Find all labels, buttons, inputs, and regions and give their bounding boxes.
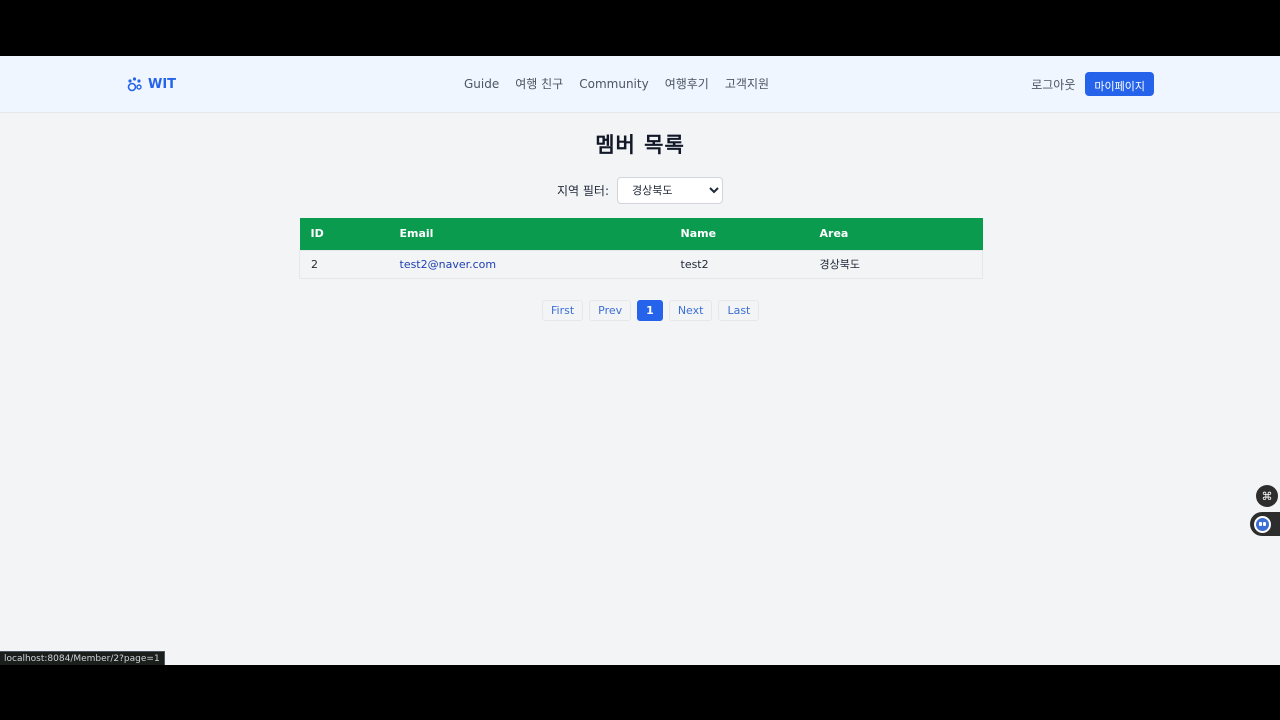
- status-bar-url: localhost:8084/Member/2?page=1: [0, 651, 165, 665]
- page-next-button[interactable]: Next: [668, 300, 713, 321]
- paw-icon: [127, 77, 142, 92]
- nav-link-guide[interactable]: Guide: [464, 76, 499, 92]
- header-name: Name: [680, 227, 717, 241]
- nav-link-travel-friend[interactable]: 여행 친구: [515, 76, 563, 92]
- page-first-button[interactable]: First: [542, 300, 584, 321]
- logout-link[interactable]: 로그아웃: [1031, 76, 1075, 93]
- filter-label: 지역 필터:: [556, 184, 610, 198]
- table-row: 2 test2@naver.com test2 경상북도: [299, 250, 983, 278]
- nav-link-community[interactable]: Community: [579, 76, 648, 92]
- table-header-row: ID Email Name Area: [299, 218, 983, 250]
- nav-link-support[interactable]: 고객지원: [725, 76, 769, 92]
- page-current-button[interactable]: 1: [637, 300, 663, 321]
- cell-email[interactable]: test2@naver.com: [389, 250, 670, 278]
- main-nav: Guide 여행 친구 Community 여행후기 고객지원: [464, 76, 769, 92]
- assistant-face-icon: [1254, 515, 1271, 533]
- nav-actions: 로그아웃 마이페이지: [1031, 72, 1154, 96]
- cell-id: 2: [311, 257, 318, 271]
- member-table: ID Email Name Area 2 test2@naver.com tes…: [299, 218, 983, 279]
- page-prev-button[interactable]: Prev: [589, 300, 632, 321]
- pagination: First Prev 1 Next Last: [542, 300, 760, 321]
- command-icon[interactable]: ⌘: [1256, 485, 1278, 507]
- member-table-container: ID Email Name Area 2 test2@naver.com tes…: [299, 218, 983, 279]
- brand-logo[interactable]: WIT: [127, 76, 176, 92]
- page-last-button[interactable]: Last: [718, 300, 760, 321]
- chat-assistant-icon[interactable]: [1250, 512, 1280, 536]
- header-area: Area: [819, 227, 849, 241]
- header-id: ID: [310, 227, 324, 241]
- cell-name: test2: [680, 257, 709, 271]
- header-email: Email: [399, 227, 434, 241]
- page-title: 멤버 목록: [595, 133, 685, 157]
- browser-viewport: WIT Guide 여행 친구 Community 여행후기 고객지원 로그아웃…: [0, 56, 1280, 665]
- area-select[interactable]: 경상북도: [617, 177, 724, 204]
- nav-link-reviews[interactable]: 여행후기: [665, 76, 709, 92]
- area-filter: 지역 필터: 경상북도: [0, 177, 1280, 204]
- mypage-button[interactable]: 마이페이지: [1085, 72, 1154, 96]
- cell-area: 경상북도: [819, 258, 860, 271]
- navbar: WIT Guide 여행 친구 Community 여행후기 고객지원 로그아웃…: [0, 56, 1280, 113]
- brand-name: WIT: [148, 76, 177, 92]
